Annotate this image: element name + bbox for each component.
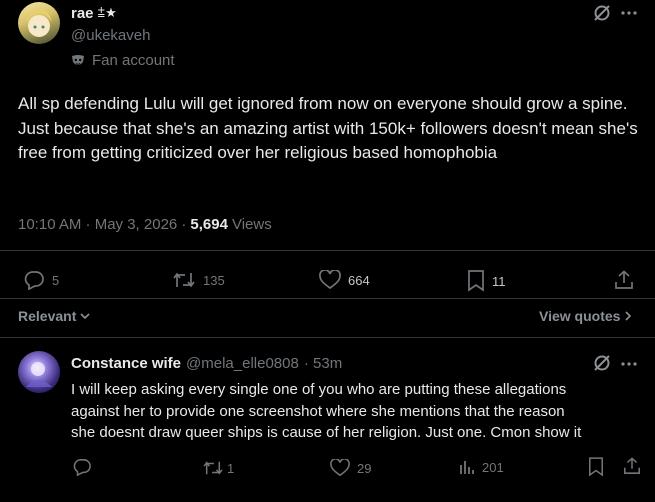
reply-views-count: 201 (482, 459, 504, 475)
bookmark-icon (467, 270, 485, 292)
reply-button[interactable]: 5 (23, 270, 59, 290)
reply-text-line: she doesnt draw queer ships is cause of … (71, 424, 582, 441)
main-author-name[interactable]: rae (71, 5, 94, 22)
more-icon[interactable] (621, 362, 637, 366)
more-icon[interactable] (621, 11, 637, 15)
relevant-sort-dropdown[interactable]: Relevant (18, 308, 91, 324)
view-quotes-link[interactable]: View quotes (539, 308, 632, 324)
divider (0, 337, 655, 338)
divider (0, 298, 655, 299)
grok-icon[interactable] (592, 3, 612, 23)
main-author-name-emoji: ⩲★ (97, 6, 117, 21)
grok-icon[interactable] (592, 353, 612, 373)
like-icon (319, 270, 341, 290)
like-button[interactable]: 664 (319, 270, 370, 290)
reply-like-button[interactable]: 29 (330, 459, 371, 477)
repost-icon (172, 270, 196, 290)
bookmark-button[interactable]: 11 (467, 270, 506, 292)
reply-author-avatar[interactable] (18, 351, 60, 393)
views-icon (459, 459, 475, 475)
bookmark-icon[interactable] (588, 457, 604, 477)
share-icon[interactable] (614, 270, 634, 290)
reply-icon[interactable] (72, 458, 92, 476)
share-icon[interactable] (623, 457, 641, 475)
main-author-handle[interactable]: @ukekaveh (71, 27, 150, 44)
fan-account-badge: Fan account (92, 52, 175, 69)
views-count: 5,694 (190, 216, 228, 233)
bookmark-count: 11 (492, 273, 506, 289)
chevron-right-icon (624, 310, 632, 322)
reply-like-count: 29 (357, 460, 372, 476)
like-icon (330, 459, 350, 477)
relevant-label: Relevant (18, 308, 77, 324)
chevron-down-icon (79, 311, 91, 321)
post-timestamp[interactable]: 10:10 AM · May 3, 2026 · (18, 216, 186, 233)
mask-icon (71, 54, 85, 68)
view-quotes-label: View quotes (539, 308, 621, 324)
reply-repost-button[interactable]: 1 (202, 459, 234, 477)
repost-button[interactable]: 135 (172, 270, 225, 290)
views-label: Views (231, 216, 272, 233)
reply-icon (23, 270, 45, 290)
reply-time[interactable]: · 53m (304, 355, 342, 372)
reply-text-line: against her to provide one screenshot wh… (71, 402, 565, 420)
reply-text: I will keep asking every single one of y… (71, 379, 651, 444)
divider (0, 250, 655, 251)
repost-count: 135 (203, 272, 225, 288)
main-post-text: All sp defending Lulu will get ignored f… (18, 94, 638, 162)
reply-repost-count: 1 (227, 460, 235, 476)
reply-views-button[interactable]: 201 (459, 459, 504, 475)
reply-author-name[interactable]: Constance wife (71, 355, 181, 372)
repost-icon (202, 459, 224, 477)
like-count: 664 (348, 272, 370, 288)
main-author-avatar[interactable] (18, 2, 60, 44)
reply-author-handle[interactable]: @mela_elle0808 (186, 355, 299, 372)
reply-text-line: I will keep asking every single one of y… (71, 381, 567, 398)
reply-count: 5 (52, 272, 60, 288)
